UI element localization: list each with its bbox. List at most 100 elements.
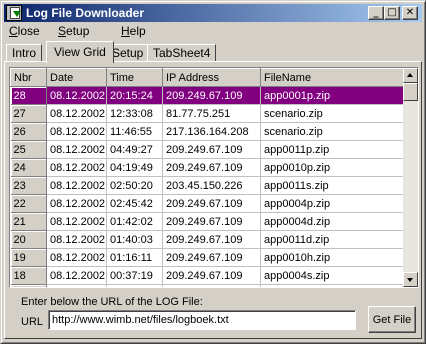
cell-ip[interactable]: 209.249.67.109 — [162, 194, 261, 213]
cell-time[interactable]: 01:40:03 — [106, 230, 163, 249]
cell-ip[interactable]: 81.77.75.251 — [162, 104, 261, 123]
url-label: URL — [21, 316, 44, 328]
cell-ip[interactable]: 209.249.67.109 — [162, 248, 261, 267]
cell-nbr[interactable]: 23 — [10, 176, 47, 195]
cell-date[interactable]: 08.12.2002 — [46, 122, 107, 141]
table-row[interactable]: 23 08.12.2002 02:50:20 203.45.150.226 app001… — [10, 176, 405, 195]
cell-filename[interactable]: app0010p.zip — [260, 158, 405, 177]
minimize-button[interactable]: _ — [368, 6, 384, 20]
menu-bar: Close Setup Help — [4, 23, 422, 40]
cell-nbr[interactable]: 25 — [10, 140, 47, 159]
col-header-date[interactable]: Date — [46, 68, 107, 87]
vertical-scrollbar[interactable] — [403, 68, 418, 287]
menu-close[interactable]: Close — [9, 24, 40, 38]
col-header-time[interactable]: Time — [106, 68, 163, 87]
cell-nbr[interactable]: 20 — [10, 230, 47, 249]
cell-time[interactable]: 01:16:11 — [106, 248, 163, 267]
cell-nbr[interactable]: 18 — [10, 266, 47, 285]
table-row[interactable]: 24 08.12.2002 04:19:49 209.249.67.109 app001… — [10, 158, 405, 177]
cell-date[interactable]: 08.12.2002 — [46, 248, 107, 267]
cell-nbr[interactable]: 28 — [10, 86, 47, 105]
menu-help[interactable]: Help — [121, 24, 146, 38]
cell-filename[interactable]: app0011p.zip — [260, 140, 405, 159]
menu-setup[interactable]: Setup — [58, 24, 89, 38]
cell-filename[interactable]: app0001p.zip — [260, 86, 405, 105]
get-file-button[interactable]: Get File — [368, 306, 416, 333]
table-row[interactable]: 1707.12.200223:42:27209.249.67.109app000… — [10, 284, 405, 287]
url-input[interactable] — [48, 310, 356, 330]
scroll-up-button[interactable] — [403, 68, 418, 83]
cell-filename[interactable]: app0004p.zip — [260, 194, 405, 213]
cell-nbr[interactable]: 19 — [10, 248, 47, 267]
header-row: Nbr Date Time IP Address FileName — [10, 68, 405, 87]
cell-filename[interactable]: app0004h.zip — [260, 284, 405, 287]
cell-filename[interactable]: app0011d.zip — [260, 230, 405, 249]
cell-ip[interactable]: 203.45.150.226 — [162, 176, 261, 195]
cell-time[interactable]: 04:19:49 — [106, 158, 163, 177]
cell-nbr[interactable]: 17 — [10, 284, 47, 287]
cell-date[interactable]: 08.12.2002 — [46, 266, 107, 285]
col-header-ip-address[interactable]: IP Address — [162, 68, 261, 87]
cell-time[interactable]: 23:42:27 — [106, 284, 163, 287]
cell-date[interactable]: 08.12.2002 — [46, 230, 107, 249]
cell-filename[interactable]: app0011s.zip — [260, 176, 405, 195]
cell-date[interactable]: 08.12.2002 — [46, 158, 107, 177]
arrow-down-icon — [407, 278, 413, 282]
table-row[interactable]: 28 08.12.2002 20:15:24 209.249.67.109 app000… — [10, 86, 405, 105]
cell-ip[interactable]: 209.249.67.109 — [162, 212, 261, 231]
table-row[interactable]: 19 08.12.2002 01:16:11 209.249.67.109 app001… — [10, 248, 405, 267]
cell-date[interactable]: 08.12.2002 — [46, 194, 107, 213]
table-row[interactable]: 20 08.12.2002 01:40:03 209.249.67.109 app001… — [10, 230, 405, 249]
cell-filename[interactable]: scenario.zip — [260, 104, 405, 123]
cell-time[interactable]: 02:45:42 — [106, 194, 163, 213]
cell-filename[interactable]: scenario.zip — [260, 122, 405, 141]
cell-ip[interactable]: 209.249.67.109 — [162, 86, 261, 105]
table-row[interactable]: 26 08.12.2002 11:46:55 217.136.164.208 scena… — [10, 122, 405, 141]
cell-filename[interactable]: app0004d.zip — [260, 212, 405, 231]
log-grid[interactable]: Nbr Date Time IP Address FileName 28 08.1… — [9, 67, 419, 288]
cell-nbr[interactable]: 21 — [10, 212, 47, 231]
cell-date[interactable]: 07.12.2002 — [46, 284, 107, 287]
cell-date[interactable]: 08.12.2002 — [46, 176, 107, 195]
minimize-icon: _ — [373, 7, 379, 18]
cell-nbr[interactable]: 22 — [10, 194, 47, 213]
cell-time[interactable]: 12:33:08 — [106, 104, 163, 123]
cell-date[interactable]: 08.12.2002 — [46, 140, 107, 159]
col-header-filename[interactable]: FileName — [260, 68, 405, 87]
tab-intro[interactable]: Intro — [6, 44, 43, 62]
cell-time[interactable]: 01:42:02 — [106, 212, 163, 231]
close-window-button[interactable]: ✕ — [402, 6, 418, 20]
table-row[interactable]: 21 08.12.2002 01:42:02 209.249.67.109 app000… — [10, 212, 405, 231]
cell-time[interactable]: 20:15:24 — [106, 86, 163, 105]
cell-time[interactable]: 04:49:27 — [106, 140, 163, 159]
cell-ip[interactable]: 209.249.67.109 — [162, 140, 261, 159]
table-row[interactable]: 18 08.12.2002 00:37:19 209.249.67.109 app000… — [10, 266, 405, 285]
scroll-thumb[interactable] — [403, 83, 418, 101]
table-row[interactable]: 25 08.12.2002 04:49:27 209.249.67.109 app001… — [10, 140, 405, 159]
cell-ip[interactable]: 217.136.164.208 — [162, 122, 261, 141]
cell-ip[interactable]: 209.249.67.109 — [162, 158, 261, 177]
cell-ip[interactable]: 209.249.67.109 — [162, 284, 261, 287]
cell-time[interactable]: 02:50:20 — [106, 176, 163, 195]
cell-ip[interactable]: 209.249.67.109 — [162, 230, 261, 249]
cell-filename[interactable]: app0010h.zip — [260, 248, 405, 267]
cell-nbr[interactable]: 26 — [10, 122, 47, 141]
maximize-button[interactable]: □ — [384, 6, 400, 20]
tab-view-grid[interactable]: View Grid — [46, 41, 114, 63]
cell-date[interactable]: 08.12.2002 — [46, 86, 107, 105]
cell-filename[interactable]: app0004s.zip — [260, 266, 405, 285]
col-header-nbr[interactable]: Nbr — [10, 68, 47, 87]
cell-nbr[interactable]: 24 — [10, 158, 47, 177]
cell-time[interactable]: 00:37:19 — [106, 266, 163, 285]
table-row[interactable]: 22 08.12.2002 02:45:42 209.249.67.109 app000… — [10, 194, 405, 213]
tab-tabsheet4[interactable]: TabSheet4 — [147, 44, 217, 62]
cell-date[interactable]: 08.12.2002 — [46, 104, 107, 123]
table-row[interactable]: 27 08.12.2002 12:33:08 81.77.75.251 scenario… — [10, 104, 405, 123]
scroll-down-button[interactable] — [403, 272, 418, 287]
cell-ip[interactable]: 209.249.67.109 — [162, 266, 261, 285]
cell-date[interactable]: 08.12.2002 — [46, 212, 107, 231]
cell-time[interactable]: 11:46:55 — [106, 122, 163, 141]
cell-nbr[interactable]: 27 — [10, 104, 47, 123]
arrow-up-icon — [407, 73, 413, 77]
title-bar[interactable]: Log File Downloader _ □ ✕ — [4, 4, 422, 22]
